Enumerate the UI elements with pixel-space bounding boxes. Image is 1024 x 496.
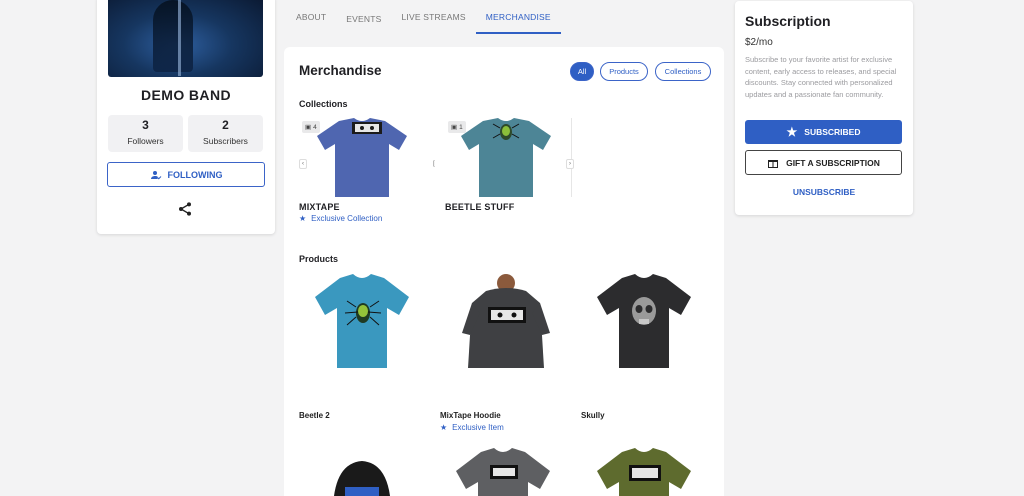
- star-icon: ★: [299, 214, 307, 223]
- tshirt-icon: [456, 448, 550, 496]
- item-count-badge: ▣ 1: [448, 121, 466, 133]
- exclusive-collection-tag: ★ Exclusive Collection: [299, 214, 382, 223]
- followers-count: 3: [142, 118, 149, 132]
- collection-name[interactable]: BEETLE STUFF: [445, 202, 514, 212]
- collection-count: 4: [313, 123, 317, 131]
- collections-heading: Collections: [299, 99, 348, 109]
- bag-icon: ▣: [451, 124, 458, 131]
- unsubscribe-link[interactable]: UNSUBSCRIBE: [735, 187, 913, 197]
- tab-merchandise[interactable]: MERCHANDISE: [475, 0, 561, 34]
- band-photo: [108, 0, 263, 77]
- exclusive-collection-label: Exclusive Collection: [311, 214, 383, 223]
- merchandise-panel: Merchandise All Products Collections Col…: [284, 47, 724, 496]
- tab-about[interactable]: ABOUT: [286, 0, 336, 34]
- subscription-title: Subscription: [745, 13, 831, 29]
- collection-image-next[interactable]: [571, 118, 577, 197]
- next-arrow-icon[interactable]: ›: [566, 159, 574, 169]
- tab-events[interactable]: EVENTS: [336, 0, 391, 34]
- collection-image-mixtape[interactable]: ▣ 4 ‹: [299, 118, 425, 197]
- product-name[interactable]: Skully: [581, 411, 605, 420]
- gift-label: GIFT A SUBSCRIPTION: [786, 157, 880, 168]
- tshirt-icon: [597, 448, 691, 496]
- profile-card: DEMO BAND 3 Followers 2 Subscribers FOLL…: [97, 0, 275, 234]
- collection-count: 1: [459, 123, 463, 131]
- product-image-grey-shirt[interactable]: [440, 447, 566, 496]
- subscription-card: Subscription $2/mo Subscribe to your fav…: [735, 1, 913, 215]
- band-name: DEMO BAND: [141, 87, 231, 103]
- exclusive-item-label: Exclusive Item: [452, 423, 504, 432]
- star-icon: ★: [786, 125, 798, 139]
- bag-icon: ▣: [305, 124, 312, 131]
- star-icon: ★: [440, 423, 448, 432]
- tab-live-streams[interactable]: LIVE STREAMS: [392, 0, 476, 34]
- gift-subscription-button[interactable]: GIFT A SUBSCRIPTION: [745, 150, 902, 175]
- gift-icon: [768, 159, 779, 168]
- subscribers-stat: 2 Subscribers: [188, 115, 263, 152]
- following-button[interactable]: FOLLOWING: [107, 162, 265, 187]
- product-image-mixtape-hoodie[interactable]: [440, 273, 566, 393]
- tshirt-icon: [315, 274, 409, 368]
- subscribers-label: Subscribers: [203, 136, 248, 146]
- filter-products[interactable]: Products: [600, 62, 648, 81]
- subscription-description: Subscribe to your favorite artist for ex…: [745, 55, 897, 99]
- prev-arrow-icon[interactable]: ‹: [299, 159, 307, 169]
- subscription-price: $2/mo: [745, 37, 773, 48]
- carousel-bracket-icon: [: [430, 159, 438, 169]
- product-image-olive-shirt[interactable]: [581, 447, 707, 496]
- followers-label: Followers: [127, 136, 164, 146]
- collection-image-beetle[interactable]: ▣ 1: [445, 118, 571, 197]
- exclusive-item-tag: ★ Exclusive Item: [440, 423, 504, 432]
- merchandise-title: Merchandise: [299, 63, 382, 78]
- tab-bar: ABOUT EVENTS LIVE STREAMS MERCHANDISE: [286, 0, 561, 34]
- user-check-icon: [150, 170, 161, 179]
- collection-name[interactable]: MIXTAPE: [299, 202, 340, 212]
- subscribers-count: 2: [222, 118, 229, 132]
- filter-all[interactable]: All: [570, 62, 594, 81]
- following-label: FOLLOWING: [167, 169, 223, 180]
- subscribed-label: SUBSCRIBED: [804, 127, 861, 137]
- cap-icon: [334, 461, 390, 496]
- product-name[interactable]: MixTape Hoodie: [440, 411, 501, 420]
- tshirt-icon: [597, 274, 691, 368]
- product-name[interactable]: Beetle 2: [299, 411, 330, 420]
- followers-stat: 3 Followers: [108, 115, 183, 152]
- products-heading: Products: [299, 254, 339, 264]
- product-image-cap[interactable]: [299, 447, 425, 496]
- item-count-badge: ▣ 4: [302, 121, 320, 133]
- filter-collections[interactable]: Collections: [655, 62, 711, 81]
- product-image-beetle-2[interactable]: [299, 273, 425, 393]
- hoodie-icon: [462, 274, 550, 368]
- subscribed-button[interactable]: ★ SUBSCRIBED: [745, 120, 902, 144]
- share-icon[interactable]: [177, 201, 193, 217]
- product-image-skully[interactable]: [581, 273, 707, 393]
